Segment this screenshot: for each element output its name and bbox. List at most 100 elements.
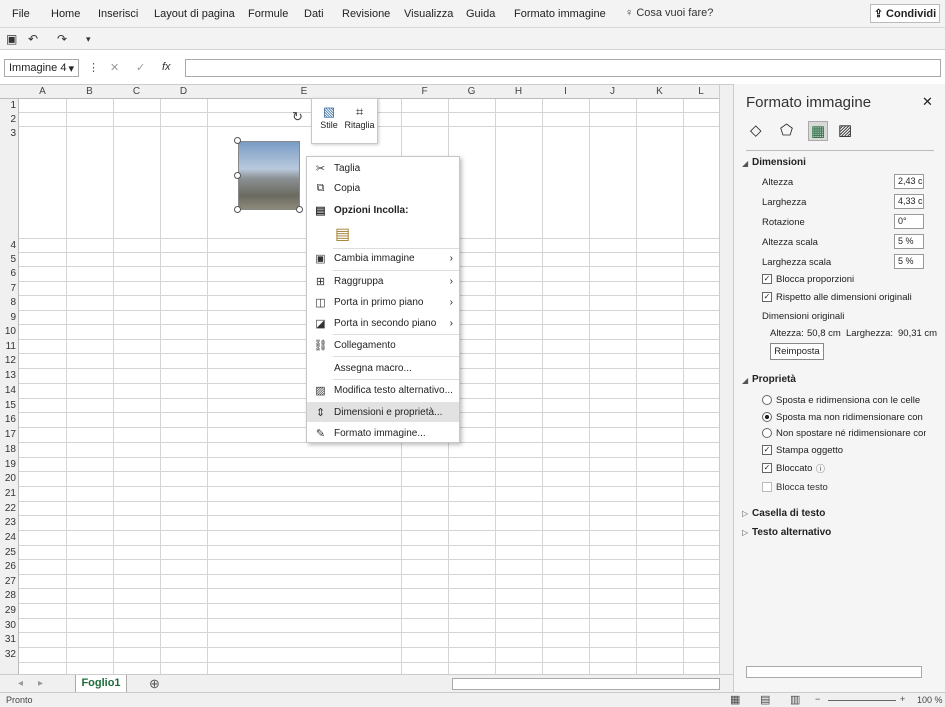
expand-icon[interactable]: ▷ xyxy=(742,528,748,537)
row-header[interactable]: 32 xyxy=(0,649,18,660)
row-header[interactable]: 24 xyxy=(0,532,18,543)
column-header[interactable]: J xyxy=(589,86,636,97)
info-icon[interactable]: ⓘ xyxy=(816,462,825,475)
row-header[interactable]: 13 xyxy=(0,370,18,381)
menu-item-bring-front[interactable]: ◫ Porta in primo piano › xyxy=(307,292,459,312)
next-sheet-icon[interactable]: ▸ xyxy=(38,678,43,689)
row-header[interactable]: 17 xyxy=(0,429,18,440)
undo-icon[interactable]: ↶ xyxy=(28,32,38,46)
vertical-scrollbar[interactable] xyxy=(719,85,733,675)
relative-original-checkbox[interactable]: ✓ xyxy=(762,292,772,302)
menu-item-link[interactable]: ⛓ Collegamento xyxy=(307,335,459,355)
row-header[interactable]: 2 xyxy=(0,114,18,125)
tab-help[interactable]: Guida xyxy=(466,8,495,20)
customize-qat-icon[interactable]: ▾ xyxy=(86,34,91,45)
name-box[interactable]: Immagine 4 ▾ xyxy=(4,59,79,77)
row-header[interactable]: 5 xyxy=(0,254,18,265)
save-icon[interactable]: ▣ xyxy=(6,32,17,46)
tell-me-search[interactable]: ♀ Cosa vuoi fare? xyxy=(625,7,713,19)
radio-move-size[interactable] xyxy=(762,395,772,405)
rotate-handle-icon[interactable]: ↻ xyxy=(292,109,303,125)
add-sheet-icon[interactable]: ⊕ xyxy=(149,676,160,692)
row-header[interactable]: 3 xyxy=(0,128,18,139)
formula-input[interactable] xyxy=(185,59,941,77)
tab-data[interactable]: Dati xyxy=(304,8,324,20)
selected-picture[interactable] xyxy=(238,141,300,210)
row-header[interactable]: 6 xyxy=(0,268,18,279)
enter-icon[interactable]: ✓ xyxy=(136,61,145,74)
rotation-input[interactable]: 0° xyxy=(894,214,924,229)
row-header[interactable]: 11 xyxy=(0,341,18,352)
normal-view-icon[interactable]: ▦ xyxy=(730,693,740,706)
menu-item-size-properties[interactable]: ⇕ Dimensioni e proprietà... xyxy=(307,402,459,422)
effects-icon[interactable]: ⬠ xyxy=(780,121,793,139)
tab-review[interactable]: Revisione xyxy=(342,8,390,20)
resize-handle[interactable] xyxy=(234,137,241,144)
page-break-icon[interactable]: ▥ xyxy=(790,693,800,706)
zoom-slider[interactable] xyxy=(828,700,896,701)
row-header[interactable]: 30 xyxy=(0,620,18,631)
column-header[interactable]: G xyxy=(448,86,495,97)
menu-item-group[interactable]: ⊞ Raggruppa › xyxy=(307,271,459,291)
scale-height-input[interactable]: 5 % xyxy=(894,234,924,249)
column-header[interactable]: D xyxy=(160,86,207,97)
width-input[interactable]: 4,33 cm xyxy=(894,194,924,209)
fill-line-icon[interactable]: ◇ xyxy=(750,121,762,139)
menu-item-alt-text[interactable]: ▨ Modifica testo alternativo... xyxy=(307,380,459,400)
zoom-in-icon[interactable]: + xyxy=(900,694,905,704)
tab-home[interactable]: Home xyxy=(51,8,80,20)
expand-icon[interactable]: ▷ xyxy=(742,509,748,518)
row-header[interactable]: 29 xyxy=(0,605,18,616)
picture-icon[interactable]: ▨ xyxy=(838,121,852,139)
row-header[interactable]: 4 xyxy=(0,240,18,251)
column-header[interactable]: B xyxy=(66,86,113,97)
row-header[interactable]: 20 xyxy=(0,473,18,484)
section-alt-text[interactable]: Testo alternativo xyxy=(752,527,831,538)
row-header[interactable]: 22 xyxy=(0,503,18,514)
menu-item-change-image[interactable]: ▣ Cambia immagine › xyxy=(307,248,459,268)
column-header[interactable]: F xyxy=(401,86,448,97)
row-header[interactable]: 21 xyxy=(0,488,18,499)
column-header[interactable]: A xyxy=(19,86,66,97)
menu-item-assign-macro[interactable]: Assegna macro... xyxy=(307,358,459,378)
section-size[interactable]: Dimensioni xyxy=(752,157,806,168)
row-header[interactable]: 23 xyxy=(0,517,18,528)
section-properties[interactable]: Proprietà xyxy=(752,374,796,385)
row-header[interactable]: 25 xyxy=(0,547,18,558)
row-header[interactable]: 31 xyxy=(0,634,18,645)
radio-no-move-no-size[interactable] xyxy=(762,428,772,438)
column-header[interactable]: L xyxy=(683,86,719,97)
row-header[interactable]: 12 xyxy=(0,355,18,366)
row-header[interactable]: 9 xyxy=(0,312,18,323)
resize-handle[interactable] xyxy=(296,206,303,213)
column-header[interactable]: C xyxy=(113,86,160,97)
tab-file[interactable]: File xyxy=(12,8,30,20)
style-button[interactable]: ▧ Stile xyxy=(316,104,342,130)
tab-insert[interactable]: Inserisci xyxy=(98,8,138,20)
share-button[interactable]: ⇪ Condividi xyxy=(870,4,940,23)
zoom-level[interactable]: 100 % xyxy=(917,695,943,705)
radio-move-no-size[interactable] xyxy=(762,412,772,422)
prev-sheet-icon[interactable]: ◂ xyxy=(18,678,23,689)
row-header[interactable]: 27 xyxy=(0,576,18,587)
row-header[interactable]: 28 xyxy=(0,590,18,601)
scale-width-input[interactable]: 5 % xyxy=(894,254,924,269)
row-header[interactable]: 14 xyxy=(0,385,18,396)
cancel-icon[interactable]: ✕ xyxy=(110,61,119,74)
column-header[interactable]: H xyxy=(495,86,542,97)
row-header[interactable]: 15 xyxy=(0,400,18,411)
reset-button[interactable]: Reimposta xyxy=(770,343,824,360)
row-header[interactable]: 1 xyxy=(0,100,18,111)
lock-ratio-checkbox[interactable]: ✓ xyxy=(762,274,772,284)
resize-handle[interactable] xyxy=(234,172,241,179)
row-header[interactable]: 10 xyxy=(0,326,18,337)
locked-checkbox[interactable]: ✓ xyxy=(762,463,772,473)
row-header[interactable]: 8 xyxy=(0,297,18,308)
menu-item-format-image[interactable]: ✎ Formato immagine... xyxy=(307,423,459,443)
height-input[interactable]: 2,43 cm xyxy=(894,174,924,189)
size-properties-icon[interactable]: ▦ xyxy=(808,121,829,141)
row-header[interactable]: 18 xyxy=(0,444,18,455)
tab-page-layout[interactable]: Layout di pagina xyxy=(154,8,235,20)
row-header[interactable]: 19 xyxy=(0,459,18,470)
column-header[interactable]: E xyxy=(207,86,401,97)
